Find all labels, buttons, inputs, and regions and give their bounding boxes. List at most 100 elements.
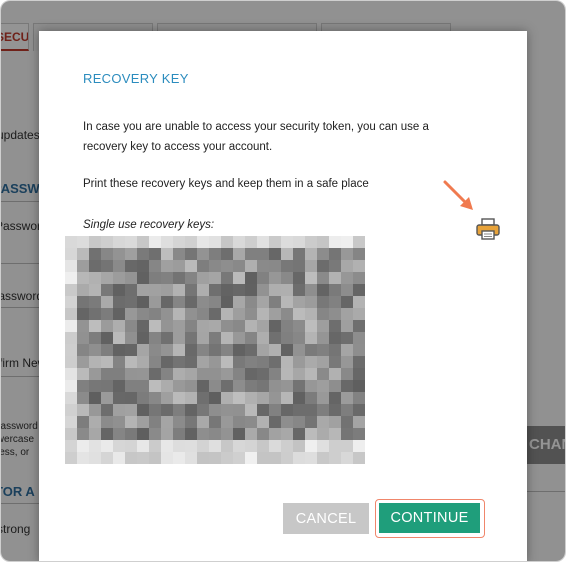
redaction-pixel (353, 284, 365, 296)
redaction-pixel (137, 308, 149, 320)
redaction-pixel (221, 284, 233, 296)
redaction-pixel (329, 344, 341, 356)
redaction-pixel (161, 380, 173, 392)
redaction-pixel (101, 344, 113, 356)
redaction-pixel (269, 308, 281, 320)
redaction-pixel (65, 236, 77, 248)
redaction-pixel (101, 296, 113, 308)
redaction-pixel (293, 272, 305, 284)
redaction-pixel (185, 452, 197, 464)
redaction-pixel (269, 272, 281, 284)
redaction-pixel (305, 248, 317, 260)
redaction-pixel (293, 344, 305, 356)
redaction-pixel (293, 260, 305, 272)
redaction-pixel (137, 284, 149, 296)
redaction-pixel (353, 308, 365, 320)
redaction-pixel (77, 428, 89, 440)
redaction-pixel (65, 308, 77, 320)
redaction-pixel (173, 452, 185, 464)
redaction-pixel (125, 356, 137, 368)
redaction-pixel (257, 368, 269, 380)
redaction-pixel (149, 296, 161, 308)
printer-icon[interactable] (475, 217, 501, 241)
redaction-pixel (125, 380, 137, 392)
redaction-pixel (173, 380, 185, 392)
redaction-pixel (317, 248, 329, 260)
redaction-pixel (305, 380, 317, 392)
redaction-pixel (245, 380, 257, 392)
redaction-pixel (101, 440, 113, 452)
redaction-pixel (221, 428, 233, 440)
redaction-pixel (161, 344, 173, 356)
redaction-pixel (317, 260, 329, 272)
redaction-pixel (65, 296, 77, 308)
redaction-pixel (257, 260, 269, 272)
redaction-pixel (245, 272, 257, 284)
redaction-pixel (221, 452, 233, 464)
redaction-pixel (161, 368, 173, 380)
redaction-pixel (113, 272, 125, 284)
redaction-pixel (233, 320, 245, 332)
redaction-pixel (329, 452, 341, 464)
redaction-pixel (221, 416, 233, 428)
redaction-pixel (197, 308, 209, 320)
redaction-pixel (137, 392, 149, 404)
recovery-key-modal: RECOVERY KEY In case you are unable to a… (39, 31, 527, 561)
redaction-pixel (269, 248, 281, 260)
redaction-pixel (113, 248, 125, 260)
redaction-pixel (149, 308, 161, 320)
redaction-pixel (269, 296, 281, 308)
redaction-pixel (101, 404, 113, 416)
redaction-pixel (161, 320, 173, 332)
redaction-pixel (137, 428, 149, 440)
redaction-pixel (293, 392, 305, 404)
redaction-pixel (101, 248, 113, 260)
redaction-pixel (281, 236, 293, 248)
redaction-pixel (305, 296, 317, 308)
redaction-pixel (293, 404, 305, 416)
redaction-pixel (269, 416, 281, 428)
redaction-pixel (137, 356, 149, 368)
redaction-pixel (89, 440, 101, 452)
redaction-pixel (101, 356, 113, 368)
redaction-pixel (209, 272, 221, 284)
redaction-pixel (137, 404, 149, 416)
redaction-pixel (149, 404, 161, 416)
redaction-pixel (233, 428, 245, 440)
redaction-pixel (149, 284, 161, 296)
redaction-pixel (65, 344, 77, 356)
redaction-pixel (353, 452, 365, 464)
redaction-pixel (77, 452, 89, 464)
redaction-pixel (269, 428, 281, 440)
redaction-pixel (245, 308, 257, 320)
redaction-pixel (209, 380, 221, 392)
redaction-pixel (197, 272, 209, 284)
redaction-pixel (317, 452, 329, 464)
redaction-pixel (269, 404, 281, 416)
redaction-pixel (245, 344, 257, 356)
redaction-pixel (77, 332, 89, 344)
redaction-pixel (101, 284, 113, 296)
redaction-pixel (125, 452, 137, 464)
redaction-pixel (269, 368, 281, 380)
continue-highlight: CONTINUE (375, 499, 485, 538)
redaction-pixel (197, 380, 209, 392)
redaction-pixel (317, 344, 329, 356)
redaction-pixel (113, 404, 125, 416)
redaction-pixel (77, 440, 89, 452)
redaction-pixel (233, 296, 245, 308)
redaction-pixel (113, 308, 125, 320)
redaction-pixel (77, 260, 89, 272)
redaction-pixel (281, 404, 293, 416)
redaction-pixel (221, 320, 233, 332)
continue-button[interactable]: CONTINUE (379, 503, 480, 533)
redaction-pixel (65, 260, 77, 272)
redaction-pixel (137, 416, 149, 428)
redaction-pixel (197, 344, 209, 356)
redaction-pixel (101, 452, 113, 464)
redaction-pixel (245, 440, 257, 452)
redaction-pixel (137, 440, 149, 452)
redaction-pixel (329, 404, 341, 416)
cancel-button[interactable]: CANCEL (283, 503, 369, 534)
redaction-pixel (101, 272, 113, 284)
